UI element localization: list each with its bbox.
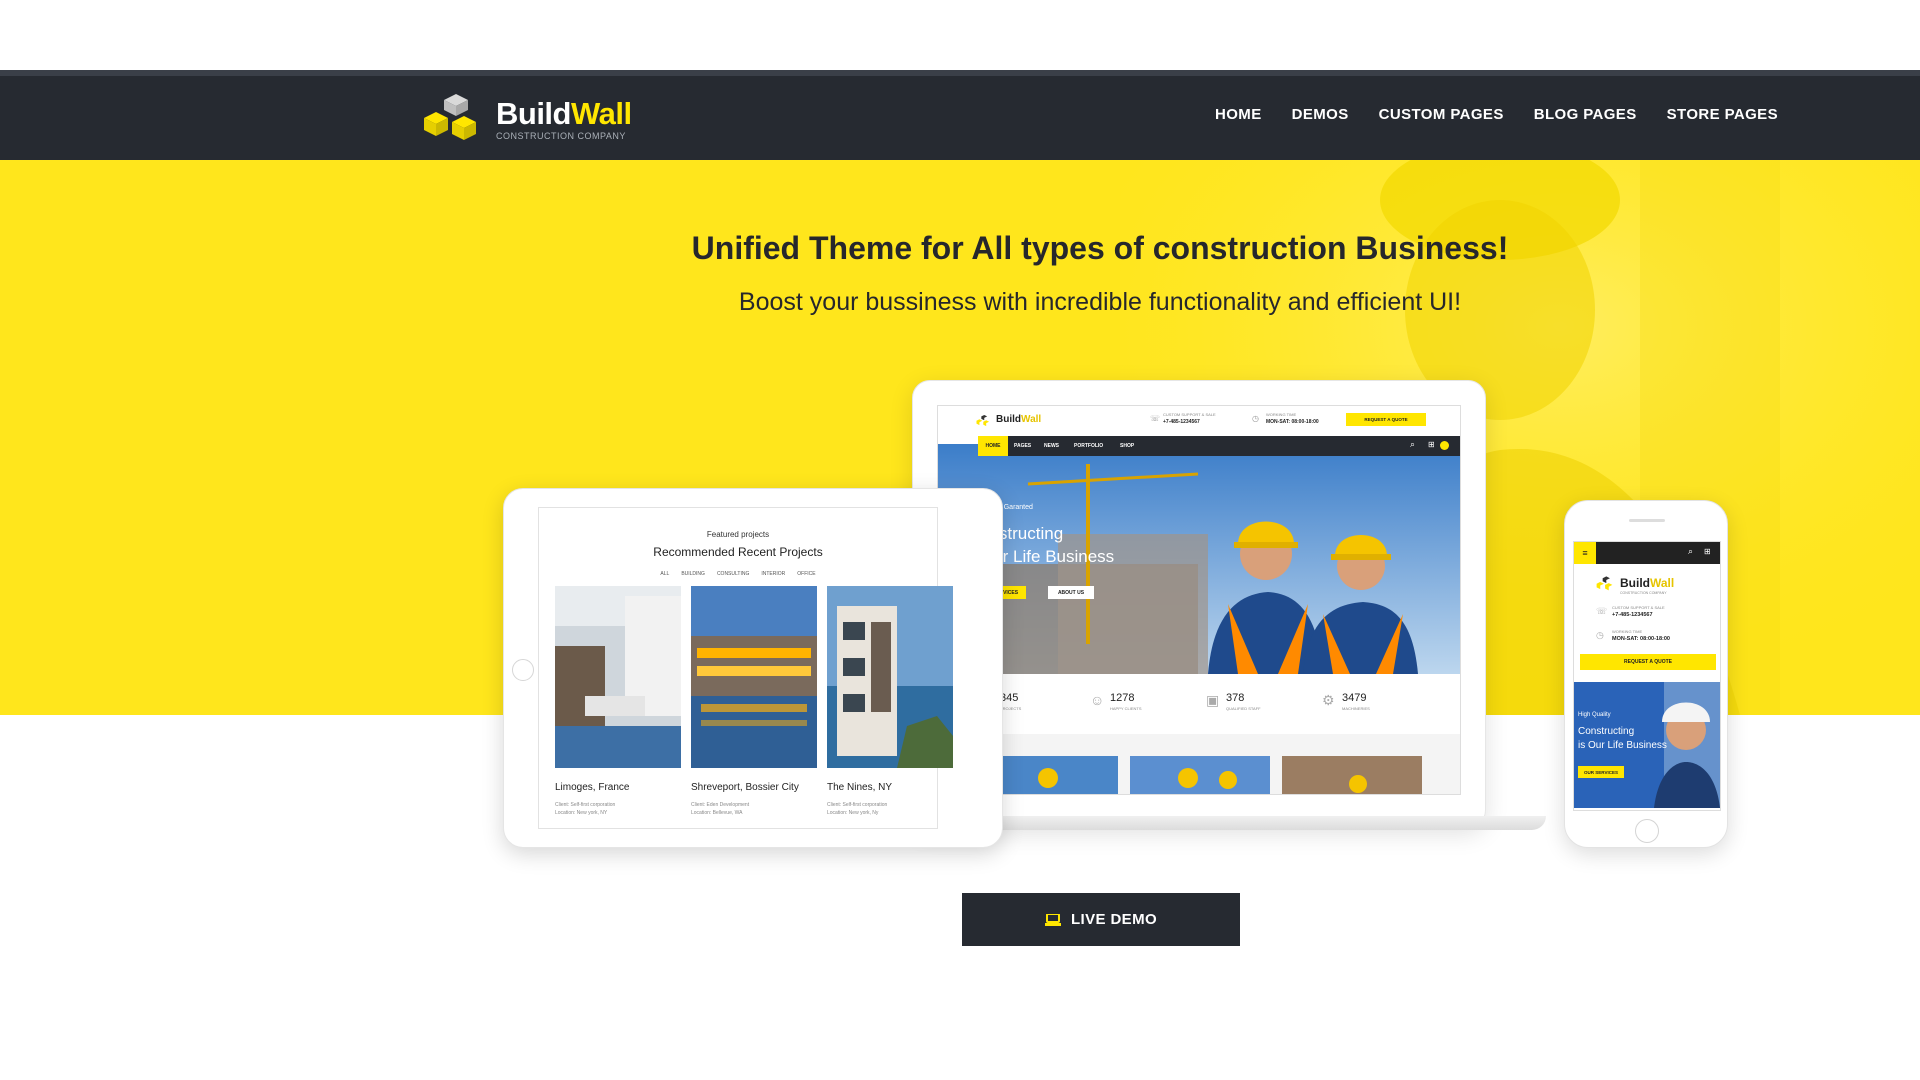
site-header: BuildWall CONSTRUCTION COMPANY HOME DEMO… bbox=[0, 70, 1920, 160]
laptop-time-value: MON-SAT: 08:00-18:00 bbox=[1266, 419, 1319, 425]
project-image bbox=[827, 586, 953, 768]
logo[interactable]: BuildWall CONSTRUCTION COMPANY bbox=[422, 94, 632, 144]
project-meta: Client: Self-first corporation Location: … bbox=[827, 802, 888, 816]
laptop-logo: BuildWall bbox=[996, 414, 1042, 425]
machinery-icon: ⚙ bbox=[1322, 692, 1335, 708]
laptop-icon bbox=[1044, 913, 1061, 926]
cart-icon[interactable]: ⊞ bbox=[1704, 547, 1711, 556]
phone-time-label: WORKING TIME bbox=[1612, 629, 1643, 634]
phone-mockup: ≡ ⌕ ⊞ BuildWall CONSTRUCTION COMPANY ☏ C… bbox=[1564, 500, 1728, 848]
phone-hero-tag: High Quality bbox=[1578, 712, 1611, 718]
laptop-support-phone: +7-485-1234567 bbox=[1163, 419, 1200, 425]
laptop-nav-shop[interactable]: SHOP bbox=[1120, 443, 1134, 449]
service-thumbnails bbox=[978, 756, 1422, 794]
phone-logo-sub: CONSTRUCTION COMPANY bbox=[1620, 591, 1667, 595]
laptop-time-label: WORKING TIME bbox=[1266, 412, 1297, 417]
phone-quote-button[interactable]: REQUEST A QUOTE bbox=[1580, 654, 1716, 670]
filter-interior[interactable]: INTERIOR bbox=[761, 571, 785, 577]
cart-icon[interactable]: ⊞ bbox=[1428, 440, 1435, 449]
phone-site-nav: ≡ ⌕ ⊞ bbox=[1574, 542, 1720, 564]
laptop-screen: BuildWall ☏ CUSTOM SUPPORT & SALE +7-485… bbox=[937, 405, 1461, 795]
nav-store-pages[interactable]: STORE PAGES bbox=[1667, 106, 1778, 123]
phone-hero: High Quality Constructing is Our Life Bu… bbox=[1574, 682, 1720, 808]
clock-icon: ◷ bbox=[1252, 414, 1259, 423]
laptop-nav-home[interactable]: HOME bbox=[978, 436, 1008, 456]
nav-demos[interactable]: DEMOS bbox=[1292, 106, 1349, 123]
project-card[interactable]: Limoges, France Client: Self-first corpo… bbox=[555, 586, 681, 817]
filter-office[interactable]: OFFICE bbox=[797, 571, 815, 577]
phone-icon: ☏ bbox=[1150, 414, 1161, 423]
logo-subtitle: CONSTRUCTION COMPANY bbox=[496, 130, 626, 141]
project-meta: Client: Self-first corporation Location: … bbox=[555, 802, 616, 816]
main-nav: HOME DEMOS CUSTOM PAGES BLOG PAGES STORE… bbox=[1215, 106, 1778, 123]
phone-speaker bbox=[1629, 519, 1665, 522]
laptop-about-button[interactable]: ABOUT US bbox=[1048, 586, 1094, 599]
laptop-nav-pages[interactable]: PAGES bbox=[1014, 443, 1031, 449]
staff-icon: ▣ bbox=[1206, 692, 1220, 708]
tablet-mockup: Featured projects Recommended Recent Pro… bbox=[503, 488, 1003, 848]
logo-blocks-icon bbox=[424, 94, 476, 140]
featured-projects-label: Featured projects bbox=[706, 530, 770, 539]
phone-hero-line2: is Our Life Business bbox=[1578, 740, 1667, 751]
stat-label: PROJECTS bbox=[1000, 706, 1022, 711]
phone-icon: ☏ bbox=[1596, 606, 1608, 616]
project-name: Limoges, France bbox=[555, 782, 630, 793]
search-icon[interactable]: ⌕ bbox=[1688, 546, 1693, 557]
laptop-base bbox=[950, 816, 1546, 830]
laptop-hero-image: Quality Garanted onstructing Our Life Bu… bbox=[938, 444, 1460, 674]
laptop-site-nav: HOME PAGES NEWS PORTFOLIO SHOP ⌕ ⊞ bbox=[978, 436, 1460, 456]
stat-value: 3479 bbox=[1342, 692, 1367, 704]
phone-hero-line1: Constructing bbox=[1578, 726, 1635, 737]
cart-badge bbox=[1440, 441, 1449, 450]
phone-screen: ≡ ⌕ ⊞ BuildWall CONSTRUCTION COMPANY ☏ C… bbox=[1573, 541, 1721, 811]
phone-home-button bbox=[1635, 819, 1659, 843]
clock-icon: ◷ bbox=[1596, 630, 1604, 640]
stat-value: 1278 bbox=[1110, 692, 1135, 704]
phone-support-phone: +7-485-1234567 bbox=[1612, 612, 1653, 618]
project-name: Shreveport, Bossier City bbox=[691, 782, 799, 793]
project-card[interactable]: The Nines, NY Client: Self-first corpora… bbox=[827, 586, 953, 817]
tablet-home-button bbox=[512, 659, 534, 681]
landing-page: BuildWall CONSTRUCTION COMPANY HOME DEMO… bbox=[0, 0, 1920, 1080]
project-name: The Nines, NY bbox=[827, 782, 893, 793]
project-image bbox=[555, 586, 681, 768]
project-meta: Client: Eden Development Location: Bellev… bbox=[691, 802, 750, 816]
laptop-quote-button[interactable]: REQUEST A QUOTE bbox=[1346, 413, 1426, 426]
phone-services-button[interactable]: OUR SERVICES bbox=[1578, 766, 1624, 778]
nav-home[interactable]: HOME bbox=[1215, 106, 1262, 123]
laptop-support-label: CUSTOM SUPPORT & SALE bbox=[1163, 412, 1216, 417]
live-demo-label: LIVE DEMO bbox=[1070, 911, 1158, 928]
stat-label: QUALIFIED STAFF bbox=[1226, 706, 1261, 711]
hero-title: Unified Theme for All types of construct… bbox=[691, 230, 1509, 266]
project-image bbox=[691, 586, 817, 768]
laptop-stats: 345 PROJECTS ☺ 1278 HAPPY CLIENTS ▣ 378 … bbox=[938, 674, 1460, 734]
live-demo-button[interactable]: LIVE DEMO bbox=[962, 893, 1240, 946]
phone-logo: BuildWall bbox=[1620, 576, 1675, 590]
search-icon[interactable]: ⌕ bbox=[1410, 439, 1415, 450]
hero-subtitle: Boost your bussiness with incredible fun… bbox=[738, 288, 1462, 316]
laptop-service-thumbs bbox=[938, 734, 1460, 794]
laptop-nav-news[interactable]: NEWS bbox=[1044, 443, 1059, 449]
clients-icon: ☺ bbox=[1090, 692, 1105, 708]
project-filters: ALL BUILDING CONSULTING INTERIOR OFFICE bbox=[539, 571, 937, 577]
menu-icon[interactable]: ≡ bbox=[1574, 542, 1596, 564]
recent-projects-heading: Recommended Recent Projects bbox=[653, 545, 823, 559]
nav-custom-pages[interactable]: CUSTOM PAGES bbox=[1379, 106, 1504, 123]
stat-label: HAPPY CLIENTS bbox=[1110, 706, 1142, 711]
filter-consulting[interactable]: CONSULTING bbox=[717, 571, 749, 577]
laptop-nav-portfolio[interactable]: PORTFOLIO bbox=[1074, 443, 1103, 449]
filter-all[interactable]: ALL bbox=[660, 571, 669, 577]
stat-value: 378 bbox=[1226, 692, 1245, 704]
logo-name: BuildWall bbox=[496, 95, 632, 131]
laptop-site-topbar: BuildWall ☏ CUSTOM SUPPORT & SALE +7-485… bbox=[938, 406, 1460, 434]
logo-blocks-icon bbox=[976, 414, 990, 427]
logo-blocks-icon bbox=[1596, 576, 1613, 591]
phone-support-label: CUSTOM SUPPORT & SALE bbox=[1612, 605, 1665, 610]
phone-time-value: MON-SAT: 08:00-18:00 bbox=[1612, 636, 1670, 642]
filter-building[interactable]: BUILDING bbox=[681, 571, 705, 577]
stat-label: MACHINERIES bbox=[1342, 706, 1370, 711]
tablet-screen: Featured projects Recommended Recent Pro… bbox=[538, 507, 953, 829]
nav-blog-pages[interactable]: BLOG PAGES bbox=[1534, 106, 1637, 123]
project-card[interactable]: Shreveport, Bossier City Client: Eden De… bbox=[691, 586, 817, 817]
